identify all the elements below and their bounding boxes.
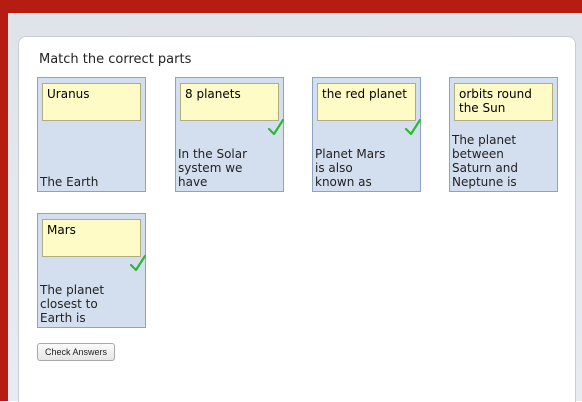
match-card-1: Uranus The Earth bbox=[37, 77, 146, 192]
check-answers-button[interactable]: Check Answers bbox=[37, 343, 116, 361]
prompt-text: In the Solar system we have bbox=[178, 147, 248, 189]
checkmark-icon bbox=[129, 254, 147, 272]
prompt-text: Planet Mars is also known as bbox=[315, 147, 386, 189]
answer-box[interactable]: Mars bbox=[42, 219, 141, 257]
answer-box[interactable]: 8 planets bbox=[180, 83, 279, 121]
match-card-5: Mars The planet closest to Earth is bbox=[37, 213, 147, 328]
window-frame-top bbox=[0, 0, 582, 13]
window-frame-left bbox=[0, 0, 8, 401]
match-card-3: the red planet Planet Mars is also known… bbox=[312, 77, 422, 192]
match-card-4: orbits round the Sun The planet between … bbox=[449, 77, 558, 192]
prompt-text: The planet closest to Earth is bbox=[40, 283, 105, 325]
quiz-instruction: Match the correct parts bbox=[39, 52, 192, 67]
checkmark-icon bbox=[267, 118, 285, 136]
answer-box[interactable]: orbits round the Sun bbox=[454, 83, 553, 121]
prompt-text: The Earth bbox=[40, 175, 99, 189]
answer-box[interactable]: the red planet bbox=[317, 83, 416, 121]
checkmark-icon bbox=[404, 118, 422, 136]
prompt-text: The planet between Saturn and Neptune is bbox=[452, 133, 518, 189]
answer-box[interactable]: Uranus bbox=[42, 83, 141, 121]
match-card-2: 8 planets In the Solar system we have bbox=[175, 77, 285, 192]
